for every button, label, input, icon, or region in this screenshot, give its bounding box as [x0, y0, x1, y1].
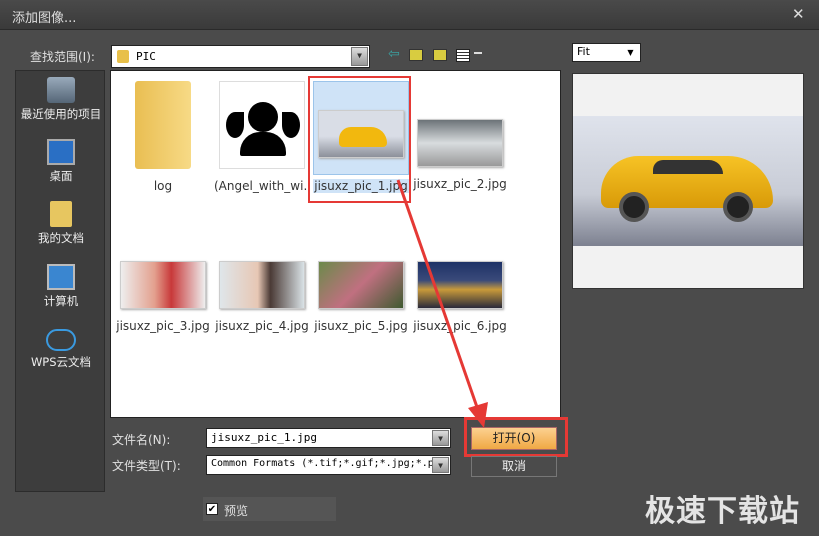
watermark: 极速下载站	[645, 494, 800, 529]
annotation-arrow	[396, 179, 488, 428]
